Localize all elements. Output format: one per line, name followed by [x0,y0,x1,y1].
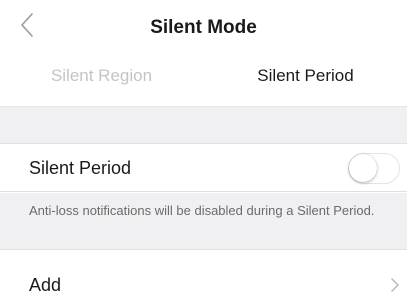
info-text: Anti-loss notifications will be disabled… [29,203,375,218]
navigation-bar: Silent Mode [0,0,407,54]
page-title: Silent Mode [150,17,257,38]
chevron-right-icon [390,277,400,293]
section-spacer [0,106,407,144]
info-section: Anti-loss notifications will be disabled… [0,193,407,250]
tab-silent-period[interactable]: Silent Period [204,54,407,106]
segment-tabs: Silent Region Silent Period [0,54,407,160]
add-label: Add [29,275,62,295]
toggle-knob [349,154,377,182]
tab-silent-region[interactable]: Silent Region [0,54,203,106]
add-row[interactable]: Add [0,251,407,307]
silent-period-label: Silent Period [29,158,132,178]
silent-period-row: Silent Period [0,144,407,192]
silent-period-toggle[interactable] [348,153,400,184]
